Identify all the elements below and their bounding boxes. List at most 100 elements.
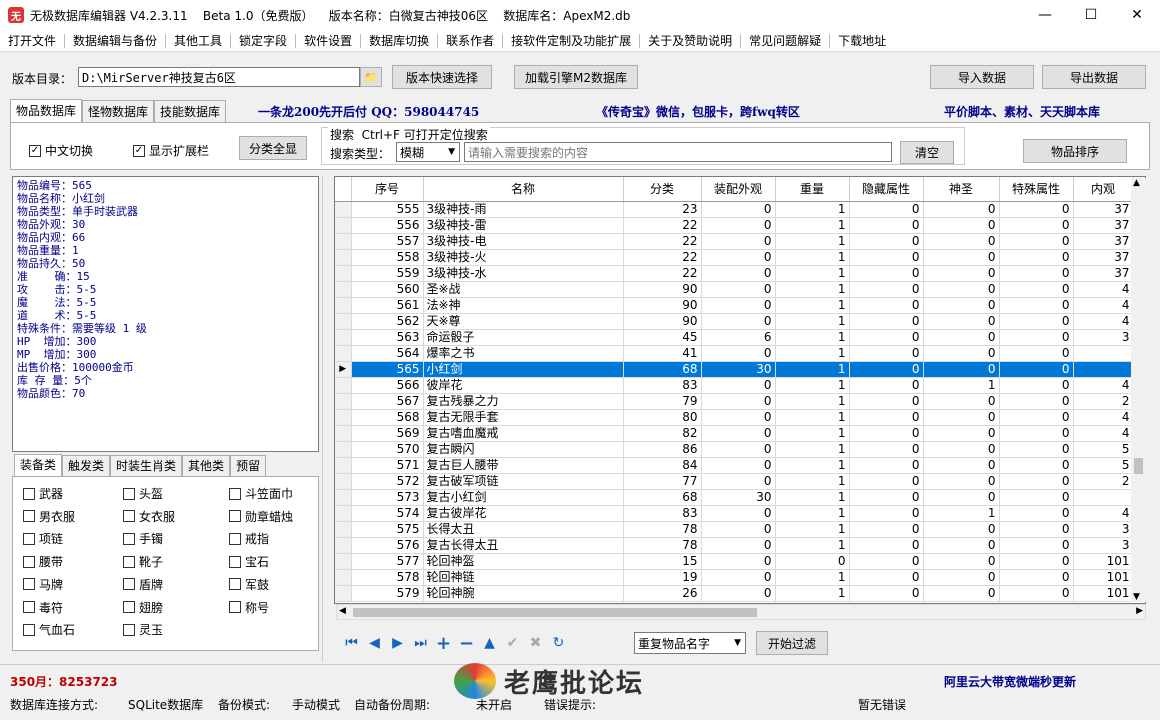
table-cell[interactable]: 0: [923, 489, 1000, 506]
menu-item[interactable]: 打开文件: [0, 32, 64, 49]
table-cell[interactable]: 576: [351, 537, 424, 554]
folder-icon[interactable]: 📁: [360, 67, 382, 87]
category-tab[interactable]: 装备类: [14, 454, 63, 477]
category-checkbox[interactable]: 毒符: [23, 599, 63, 616]
table-cell[interactable]: 0: [923, 457, 1000, 474]
menu-item[interactable]: 常见问题解疑: [741, 32, 829, 49]
table-cell[interactable]: 0: [701, 441, 776, 458]
table-cell[interactable]: 83: [623, 377, 702, 394]
table-cell[interactable]: 1: [775, 233, 850, 250]
category-checkbox[interactable]: 气血石: [23, 621, 75, 638]
table-cell[interactable]: 0: [923, 345, 1000, 362]
table-cell[interactable]: 1: [775, 249, 850, 266]
table-row[interactable]: 571 复古巨人腰带 84 0 1 0 0 0 5: [335, 457, 1141, 474]
column-header[interactable]: 名称: [423, 177, 624, 202]
table-cell[interactable]: 558: [351, 249, 424, 266]
edit-record-icon[interactable]: ▲: [478, 632, 501, 654]
table-cell[interactable]: 1: [775, 217, 850, 234]
table-cell[interactable]: 22: [623, 217, 702, 234]
table-cell[interactable]: 0: [701, 233, 776, 250]
table-cell[interactable]: 0: [701, 377, 776, 394]
tab-items[interactable]: 物品数据库: [10, 99, 83, 122]
tab-monsters[interactable]: 怪物数据库: [82, 100, 155, 122]
category-checkbox[interactable]: 灵玉: [123, 621, 163, 638]
table-cell[interactable]: 0: [923, 265, 1000, 282]
table-cell[interactable]: [1073, 361, 1134, 378]
table-cell[interactable]: 557: [351, 233, 424, 250]
table-cell[interactable]: 1: [775, 345, 850, 362]
table-cell[interactable]: 77: [623, 473, 702, 490]
table-cell[interactable]: 1: [923, 505, 1000, 522]
table-cell[interactable]: 1: [775, 409, 850, 426]
table-cell[interactable]: 爆率之书: [423, 345, 624, 362]
table-cell[interactable]: 法※神: [423, 297, 624, 314]
table-cell[interactable]: 0: [923, 585, 1000, 602]
category-checkbox[interactable]: 翅膀: [123, 599, 163, 616]
table-cell[interactable]: 578: [351, 569, 424, 586]
category-checkbox[interactable]: 武器: [23, 485, 63, 502]
table-cell[interactable]: 566: [351, 377, 424, 394]
table-cell[interactable]: 0: [999, 425, 1074, 442]
table-cell[interactable]: 轮回神盔: [423, 553, 624, 570]
table-cell[interactable]: 0: [849, 585, 924, 602]
table-cell[interactable]: 1: [775, 425, 850, 442]
table-cell[interactable]: 37: [1073, 233, 1134, 250]
table-cell[interactable]: 30: [701, 489, 776, 506]
table-cell[interactable]: 90: [623, 281, 702, 298]
table-cell[interactable]: 0: [999, 265, 1074, 282]
table-cell[interactable]: 0: [849, 297, 924, 314]
export-button[interactable]: 导出数据: [1042, 65, 1146, 89]
table-cell[interactable]: 26: [623, 585, 702, 602]
table-cell[interactable]: 4: [1073, 505, 1134, 522]
table-cell[interactable]: 0: [701, 217, 776, 234]
table-cell[interactable]: 0: [999, 233, 1074, 250]
scroll-thumb[interactable]: [1134, 458, 1143, 474]
table-row[interactable]: 570 复古瞬闪 86 0 1 0 0 0 5: [335, 441, 1141, 458]
table-cell[interactable]: 复古嗜血魔戒: [423, 425, 624, 442]
table-cell[interactable]: 101: [1073, 585, 1134, 602]
table-row[interactable]: 576 复古长得太丑 78 0 1 0 0 0 3: [335, 537, 1141, 554]
table-cell[interactable]: 1: [775, 361, 850, 378]
table-cell[interactable]: 555: [351, 201, 424, 218]
table-cell[interactable]: 0: [849, 457, 924, 474]
delete-record-icon[interactable]: −: [455, 632, 478, 654]
table-cell[interactable]: 19: [623, 569, 702, 586]
table-cell[interactable]: 0: [701, 345, 776, 362]
table-cell[interactable]: 长得太丑: [423, 521, 624, 538]
table-cell[interactable]: 0: [849, 473, 924, 490]
table-cell[interactable]: 3级神技-电: [423, 233, 624, 250]
table-row[interactable]: 579 轮回神腕 26 0 1 0 0 0 101: [335, 585, 1141, 602]
table-cell[interactable]: 0: [923, 425, 1000, 442]
table-cell[interactable]: 0: [923, 297, 1000, 314]
next-record-icon[interactable]: ▶: [386, 632, 409, 654]
table-row[interactable]: 575 长得太丑 78 0 1 0 0 0 3: [335, 521, 1141, 538]
minimize-button[interactable]: —: [1022, 0, 1068, 30]
table-cell[interactable]: 0: [999, 393, 1074, 410]
table-cell[interactable]: 复古无限手套: [423, 409, 624, 426]
table-cell[interactable]: 559: [351, 265, 424, 282]
table-cell[interactable]: 0: [701, 297, 776, 314]
filter-type-select[interactable]: 重复物品名字 ▼: [634, 632, 746, 654]
table-cell[interactable]: 22: [623, 249, 702, 266]
table-cell[interactable]: 0: [923, 201, 1000, 218]
table-cell[interactable]: 1: [775, 585, 850, 602]
table-cell[interactable]: 0: [849, 265, 924, 282]
table-cell[interactable]: 1: [775, 265, 850, 282]
table-cell[interactable]: 1: [923, 377, 1000, 394]
table-cell[interactable]: 0: [849, 217, 924, 234]
table-cell[interactable]: 0: [999, 473, 1074, 490]
table-cell[interactable]: 0: [849, 249, 924, 266]
category-checkbox[interactable]: 男衣服: [23, 508, 75, 525]
table-cell[interactable]: 5: [1073, 441, 1134, 458]
table-cell[interactable]: 0: [999, 201, 1074, 218]
table-cell[interactable]: 0: [999, 585, 1074, 602]
table-cell[interactable]: 6: [701, 329, 776, 346]
table-cell[interactable]: 复古彼岸花: [423, 505, 624, 522]
table-cell[interactable]: 37: [1073, 249, 1134, 266]
table-cell[interactable]: 1: [775, 377, 850, 394]
close-button[interactable]: ✕: [1114, 0, 1160, 30]
chinese-switch-checkbox[interactable]: ✓ 中文切换: [29, 142, 93, 159]
table-cell[interactable]: 0: [999, 345, 1074, 362]
table-row[interactable]: ▶ 565 小红剑 68 30 1 0 0 0: [335, 361, 1141, 378]
table-cell[interactable]: 83: [623, 505, 702, 522]
